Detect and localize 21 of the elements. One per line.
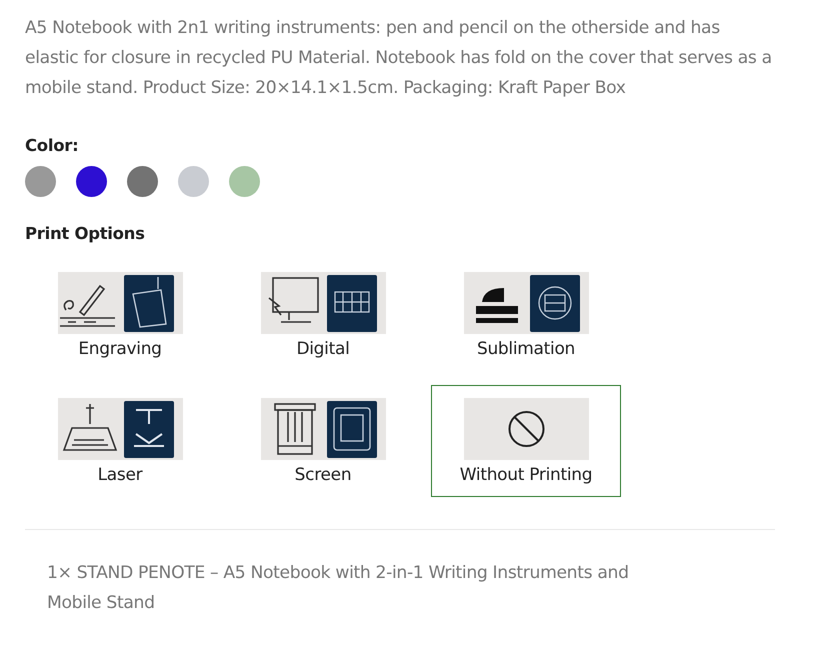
print-option[interactable]: Digital xyxy=(228,259,418,371)
print-option[interactable]: Screen xyxy=(228,385,418,497)
print-option[interactable]: Without Printing xyxy=(431,385,621,497)
prohibited-icon xyxy=(464,398,588,460)
color-swatch[interactable] xyxy=(76,166,107,197)
print-option[interactable]: Sublimation xyxy=(431,259,621,371)
engraving-tools-icon xyxy=(58,272,182,334)
color-swatch[interactable] xyxy=(229,166,260,197)
screen-frame-icon xyxy=(260,398,386,460)
product-description: A5 Notebook with 2n1 writing instruments: pen and pencil on the otherside and has elastic for closure in recycled PU Material. Notebook has fold on the cover that serves as a mobile stand. Product Size: 20×14.1×1.5cm. Packaging: Kraft Paper Box xyxy=(25,17,773,100)
iron-press-icon xyxy=(464,272,588,334)
color-swatch[interactable] xyxy=(25,166,56,197)
color-swatch[interactable] xyxy=(127,166,158,197)
color-swatch[interactable] xyxy=(178,166,209,197)
print-options-title: Print Options xyxy=(25,224,146,243)
print-option[interactable]: Laser xyxy=(25,385,215,497)
cart-item-text: 1× STAND PENOTE – A5 Notebook with 2-in-1 Writing Instruments and Mobile Stand xyxy=(47,562,630,615)
print-monitor-icon xyxy=(260,272,386,334)
laser-cutter-icon xyxy=(58,398,182,460)
color-label: Color: xyxy=(25,136,80,155)
print-option[interactable]: Engraving xyxy=(25,259,215,371)
